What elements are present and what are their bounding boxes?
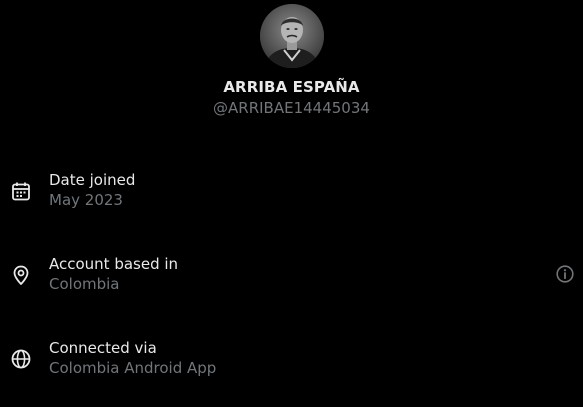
connected-via-value: Colombia Android App (49, 359, 217, 377)
globe-icon (10, 348, 32, 370)
profile-handle: @ARRIBAE14445034 (213, 99, 370, 117)
date-joined-value: May 2023 (49, 191, 123, 209)
calendar-icon (10, 180, 32, 202)
account-based-in-value: Colombia (49, 275, 120, 293)
account-based-in-label: Account based in (49, 255, 179, 273)
about-row-date-joined: Date joined May 2023 (0, 171, 583, 219)
about-row-connected-via: Connected via Colombia Android App (0, 339, 583, 387)
info-icon[interactable] (555, 264, 575, 284)
date-joined-label: Date joined (49, 171, 136, 189)
location-pin-icon (10, 264, 32, 286)
profile-avatar[interactable] (260, 4, 324, 68)
about-row-account-based-in: Account based in Colombia (0, 255, 583, 303)
avatar-image (260, 4, 324, 68)
connected-via-label: Connected via (49, 339, 157, 357)
profile-display-name: ARRIBA ESPAÑA (223, 78, 360, 96)
